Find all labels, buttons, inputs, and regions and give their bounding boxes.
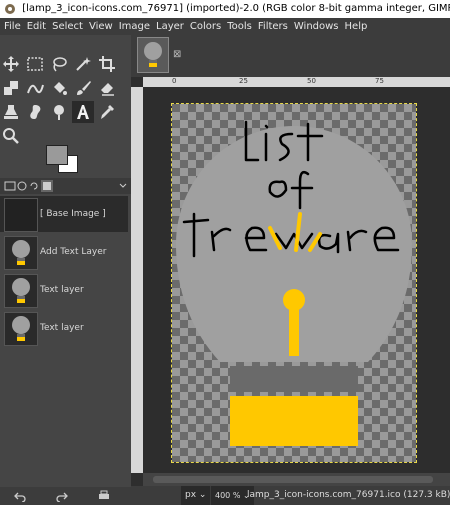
print-icon[interactable] xyxy=(98,490,110,502)
unit-select[interactable]: px ⌄ xyxy=(181,486,211,505)
eraser-tool[interactable] xyxy=(96,77,118,99)
menu-colors[interactable]: Colors xyxy=(187,18,224,35)
list-item[interactable]: Text layer xyxy=(0,272,128,308)
lamp-socket xyxy=(230,396,358,446)
crop-icon xyxy=(99,56,115,72)
crop-tool[interactable] xyxy=(96,53,118,75)
text-icon xyxy=(77,105,89,119)
menu-file[interactable]: File xyxy=(0,18,24,35)
image-tabs: ⊠ xyxy=(131,35,450,77)
horizontal-ruler: 0 25 50 75 xyxy=(143,77,450,87)
bucket-fill-tool[interactable] xyxy=(48,77,70,99)
images-tab-icon[interactable] xyxy=(41,180,53,192)
lamp-thumbnail xyxy=(4,236,38,270)
list-item-label: [ Base Image ] xyxy=(40,209,106,219)
lasso-tool[interactable] xyxy=(48,53,70,75)
list-item[interactable]: Text layer xyxy=(0,310,128,346)
foreground-color[interactable] xyxy=(46,145,68,165)
warp-tool[interactable] xyxy=(24,77,46,99)
dodge-icon xyxy=(54,105,64,120)
undo-icon[interactable] xyxy=(14,490,26,502)
menu-view[interactable]: View xyxy=(86,18,116,35)
zoom-tool[interactable] xyxy=(0,125,22,147)
menu-help[interactable]: Help xyxy=(342,18,371,35)
menu-edit[interactable]: Edit xyxy=(24,18,49,35)
image-window: ⊠ 0 25 50 75 px ⌄ 400 % ⌄ lamp_3_icon-ic… xyxy=(131,35,450,505)
unified-transform-tool[interactable] xyxy=(0,77,22,99)
fg-bg-colors[interactable] xyxy=(46,145,80,173)
move-tool[interactable] xyxy=(0,53,22,75)
menu-tools[interactable]: Tools xyxy=(224,18,255,35)
menu-layer[interactable]: Layer xyxy=(153,18,187,35)
color-picker-tool[interactable] xyxy=(96,101,118,123)
warp-icon xyxy=(27,84,44,94)
image-tab[interactable] xyxy=(137,37,169,73)
paintbrush-icon xyxy=(77,81,91,95)
unit-value: px xyxy=(185,490,197,500)
paintbrush-tool[interactable] xyxy=(72,77,94,99)
title-bar: [lamp_3_icon-icons.com_76971] (imported)… xyxy=(0,0,450,18)
dock-tabs xyxy=(0,178,131,194)
close-tab-icon[interactable]: ⊠ xyxy=(173,49,181,60)
ruler-label: 50 xyxy=(307,77,316,85)
lasso-icon xyxy=(53,57,67,72)
vertical-ruler xyxy=(131,87,143,473)
file-info: lamp_3_icon-icons.com_76971.ico (127.3 k… xyxy=(247,490,450,500)
clone-tool[interactable] xyxy=(0,101,22,123)
dodge-tool[interactable] xyxy=(48,101,70,123)
undo-history-tab-icon[interactable] xyxy=(28,180,40,192)
menu-select[interactable]: Select xyxy=(49,18,86,35)
thumbnail xyxy=(4,198,38,232)
ruler-label: 0 xyxy=(172,77,177,85)
zoom-icon xyxy=(3,128,19,144)
filament-stem xyxy=(289,300,299,356)
text-tool[interactable] xyxy=(72,101,94,123)
redo-icon[interactable] xyxy=(56,490,68,502)
bucket-fill-icon xyxy=(54,82,67,95)
clone-icon xyxy=(4,105,18,119)
move-icon xyxy=(3,56,19,72)
menu-bar: File Edit Select View Image Layer Colors Tools F… xyxy=(0,18,450,35)
menu-image[interactable]: Image xyxy=(116,18,153,35)
window-title: [lamp_3_icon-icons.com_76971] (imported)… xyxy=(22,3,450,14)
list-item[interactable]: Add Text Layer xyxy=(0,234,128,270)
left-dock: [ Base Image ] Add Text Layer Text layer… xyxy=(0,35,131,505)
lamp-thumbnail xyxy=(4,312,38,346)
list-item-label: Text layer xyxy=(40,323,84,333)
list-item-label: Add Text Layer xyxy=(40,247,107,257)
device-status-tab-icon[interactable] xyxy=(16,180,28,192)
rect-select-icon xyxy=(27,57,43,71)
horizontal-scrollbar[interactable] xyxy=(143,473,450,486)
fuzzy-select-tool[interactable] xyxy=(72,53,94,75)
lamp-base xyxy=(230,366,358,392)
unified-transform-icon xyxy=(4,81,18,95)
ruler-label: 75 xyxy=(375,77,384,85)
canvas-area[interactable] xyxy=(143,87,450,473)
eraser-icon xyxy=(101,83,114,96)
ruler-label: 25 xyxy=(239,77,248,85)
list-item-label: Text layer xyxy=(40,285,84,295)
status-bar: px ⌄ 400 % ⌄ lamp_3_icon-icons.com_76971… xyxy=(131,486,450,505)
menu-windows[interactable]: Windows xyxy=(291,18,342,35)
lamp-thumbnail xyxy=(4,274,38,308)
lamp-image xyxy=(172,104,416,462)
smudge-tool[interactable] xyxy=(24,101,46,123)
rect-select-tool[interactable] xyxy=(24,53,46,75)
tool-options-tab-icon[interactable] xyxy=(4,180,16,192)
image-canvas[interactable] xyxy=(171,103,417,463)
fuzzy-select-icon xyxy=(76,57,91,71)
dock-bottom-bar xyxy=(0,487,131,505)
smudge-icon xyxy=(30,105,41,119)
configure-tab-icon[interactable] xyxy=(117,180,129,192)
color-picker-icon xyxy=(101,105,114,119)
zoom-value: 400 % xyxy=(215,491,241,500)
scrollbar-thumb[interactable] xyxy=(153,476,433,483)
menu-filters[interactable]: Filters xyxy=(255,18,291,35)
list-item-base-image[interactable]: [ Base Image ] xyxy=(0,196,128,232)
gimp-app-icon xyxy=(5,4,15,14)
